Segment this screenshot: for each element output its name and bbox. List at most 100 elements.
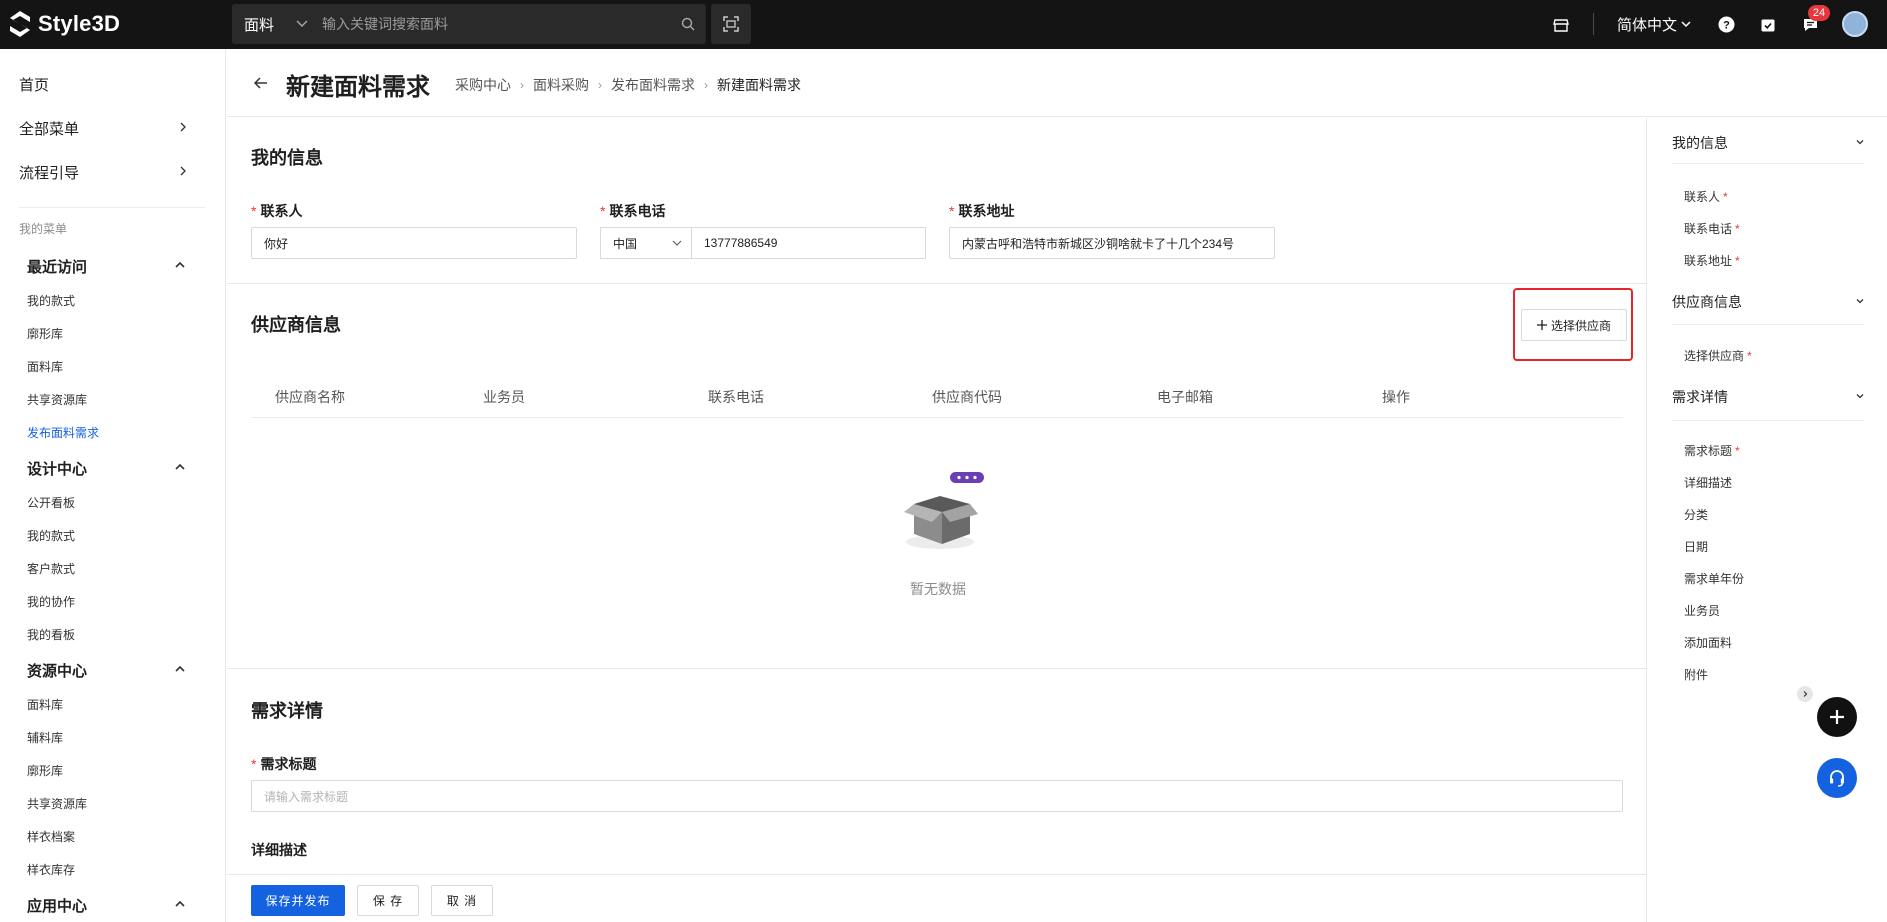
breadcrumb-item[interactable]: 发布面料需求 (611, 75, 695, 95)
sidebar-item-publish-fabric-demand[interactable]: 发布面料需求 (27, 424, 99, 441)
language-switcher[interactable]: 简体中文 (1617, 0, 1691, 49)
sidebar-item-client-styles[interactable]: 客户款式 (27, 560, 75, 577)
phone-label-text: 联系电话 (609, 203, 666, 219)
sidebar-item-my-styles[interactable]: 我的款式 (27, 292, 75, 309)
sidebar-item-trims-lib[interactable]: 辅料库 (27, 729, 63, 746)
chevron-down-icon (1681, 21, 1691, 28)
breadcrumb-item[interactable]: 面料采购 (533, 75, 589, 95)
group-resource-center[interactable]: 资源中心 (27, 660, 87, 681)
sidebar-item-fabric-lib-2[interactable]: 面料库 (27, 696, 63, 713)
avatar[interactable] (1842, 11, 1868, 37)
topbar-divider (1593, 13, 1594, 35)
plus-icon (1536, 320, 1547, 330)
breadcrumb-separator: › (704, 78, 708, 92)
chevron-up-icon[interactable] (174, 898, 186, 910)
anchor-item-date[interactable]: 日期 (1684, 538, 1708, 555)
search-category-select[interactable]: 面料 (232, 14, 310, 35)
sidebar-item-fabric-lib[interactable]: 面料库 (27, 358, 63, 375)
required-mark: * (600, 203, 606, 219)
demand-title-input[interactable]: 请输入需求标题 (251, 780, 1623, 812)
sidebar-item-my-board[interactable]: 我的看板 (27, 626, 75, 643)
required-mark: * (251, 756, 257, 772)
breadcrumb-item[interactable]: 采购中心 (455, 75, 511, 95)
save-and-publish-button[interactable]: 保存并发布 (251, 885, 345, 916)
anchor-item-salesperson[interactable]: 业务员 (1684, 602, 1720, 619)
section-title-supplier: 供应商信息 (251, 315, 341, 335)
anchor-section-supplier[interactable]: 供应商信息 (1672, 292, 1742, 312)
required-mark: * (949, 203, 955, 219)
nav-home[interactable]: 首页 (19, 74, 49, 95)
column-header: 联系电话 (708, 389, 764, 405)
required-mark: * (1735, 444, 1740, 458)
chevron-up-icon[interactable] (174, 663, 186, 675)
back-arrow-icon[interactable] (253, 75, 269, 91)
anchor-item-add-fabric[interactable]: 添加面料 (1684, 634, 1732, 651)
cancel-button[interactable]: 取 消 (431, 885, 493, 916)
contact-input[interactable]: 你好 (251, 227, 577, 259)
required-mark: * (1735, 222, 1740, 236)
chevron-down-icon[interactable] (1855, 296, 1865, 306)
anchor-divider (1672, 163, 1864, 164)
anchor-item-category[interactable]: 分类 (1684, 506, 1708, 523)
nav-all-menu[interactable]: 全部菜单 (19, 118, 79, 139)
sidebar-item-my-collab[interactable]: 我的协作 (27, 593, 75, 610)
chevron-right-icon (1803, 691, 1808, 697)
style3d-logo[interactable]: Style3D (8, 10, 120, 38)
sidebar-item-shared-resources[interactable]: 共享资源库 (27, 391, 87, 408)
image-search-button[interactable] (711, 4, 751, 44)
chevron-down-icon (296, 20, 308, 27)
column-header: 电子邮箱 (1157, 389, 1213, 405)
required-mark: * (1735, 254, 1740, 268)
address-input[interactable]: 内蒙古呼和浩特市新城区沙铜啥就卡了十几个234号 (949, 227, 1275, 259)
chevron-right-icon (180, 122, 186, 132)
column-header: 供应商代码 (932, 389, 1002, 405)
chevron-down-icon[interactable] (1855, 137, 1865, 147)
phone-label: * 联系电话 (600, 201, 665, 221)
sidebar-item-sample-stock[interactable]: 样衣库存 (27, 861, 75, 878)
search-button[interactable] (670, 4, 706, 44)
anchor-section-demand[interactable]: 需求详情 (1672, 387, 1728, 407)
anchor-item-attachment[interactable]: 附件 (1684, 666, 1708, 683)
anchor-item-select-supplier[interactable]: 选择供应商 * (1684, 347, 1752, 364)
group-app-center[interactable]: 应用中心 (27, 895, 87, 916)
anchor-section-my-info[interactable]: 我的信息 (1672, 133, 1728, 153)
anchor-item-year[interactable]: 需求单年份 (1684, 570, 1744, 587)
section-title-my-info: 我的信息 (251, 148, 323, 168)
anchor-item-phone[interactable]: 联系电话 * (1684, 220, 1740, 237)
store-button[interactable] (1550, 0, 1572, 49)
anchor-item-label: 需求标题 (1684, 444, 1733, 458)
sidebar-item-shared-resources-2[interactable]: 共享资源库 (27, 795, 87, 812)
chevron-up-icon[interactable] (174, 259, 186, 271)
anchor-item-description[interactable]: 详细描述 (1684, 474, 1732, 491)
anchor-item-demand-title[interactable]: 需求标题 * (1684, 442, 1740, 459)
section-divider (227, 668, 1646, 669)
anchor-item-label: 选择供应商 (1684, 349, 1745, 363)
help-button[interactable]: ? (1715, 0, 1737, 49)
sidebar-item-silhouette-lib-2[interactable]: 廓形库 (27, 762, 63, 779)
nav-process-guide[interactable]: 流程引导 (19, 162, 79, 183)
anchor-item-address[interactable]: 联系地址 * (1684, 252, 1740, 269)
phone-country-select[interactable]: 中国 (600, 227, 692, 259)
task-button[interactable] (1757, 0, 1779, 49)
collapse-panel-button[interactable] (1797, 686, 1813, 702)
chevron-down-icon[interactable] (1855, 391, 1865, 401)
phone-input[interactable]: 13777886549 (691, 227, 926, 259)
anchor-divider (1672, 420, 1864, 421)
sidebar-item-silhouette-lib[interactable]: 廓形库 (27, 325, 63, 342)
breadcrumb-separator: › (520, 78, 524, 92)
select-supplier-button[interactable]: 选择供应商 (1521, 309, 1627, 341)
search-input[interactable] (310, 16, 670, 32)
group-design-center[interactable]: 设计中心 (27, 458, 87, 479)
plus-icon (1830, 710, 1844, 724)
save-button[interactable]: 保 存 (357, 885, 419, 916)
anchor-item-contact[interactable]: 联系人 * (1684, 188, 1728, 205)
empty-state-text: 暂无数据 (910, 581, 966, 597)
sidebar-item-public-board[interactable]: 公开看板 (27, 494, 75, 511)
group-recent[interactable]: 最近访问 (27, 256, 87, 277)
required-mark: * (1747, 349, 1752, 363)
sidebar-item-my-styles-2[interactable]: 我的款式 (27, 527, 75, 544)
customer-support-button[interactable] (1817, 758, 1857, 798)
chevron-up-icon[interactable] (174, 461, 186, 473)
floating-add-button[interactable] (1817, 697, 1857, 737)
sidebar-item-sample-archive[interactable]: 样衣档案 (27, 828, 75, 845)
